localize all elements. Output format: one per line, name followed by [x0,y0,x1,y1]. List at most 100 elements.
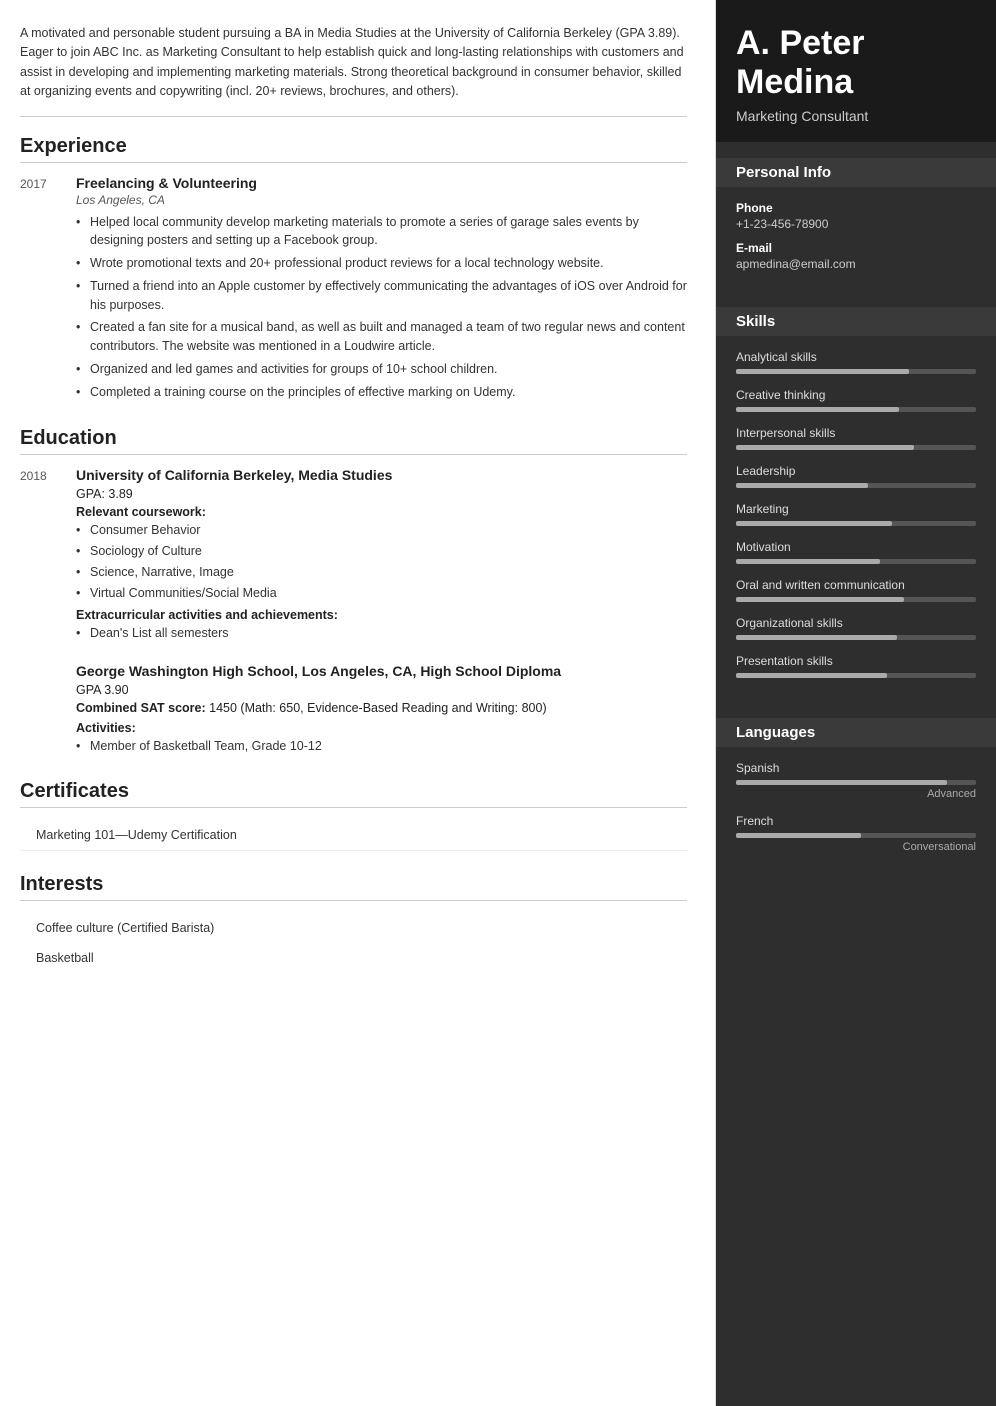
skill-bar-bg [736,407,976,412]
edu-activity-item: Member of Basketball Team, Grade 10-12 [76,737,687,756]
experience-title: Experience [20,135,687,163]
skill-bar-fill [736,521,892,526]
experience-section: Experience 2017 Freelancing & Volunteerin… [20,135,687,406]
languages-title: Languages [716,718,996,747]
exp-bullet: Wrote promotional texts and 20+ professi… [76,254,687,273]
skill-name: Interpersonal skills [736,426,976,440]
edu-school: University of California Berkeley, Media… [76,467,687,483]
edu-coursework-item: Virtual Communities/Social Media [76,584,687,603]
skill-name: Presentation skills [736,654,976,668]
skill-item: Interpersonal skills [736,426,976,450]
skill-item: Oral and written communication [736,578,976,602]
exp-bullet: Created a fan site for a musical band, a… [76,318,687,356]
skill-name: Creative thinking [736,388,976,402]
edu-gpa: GPA 3.90 [76,683,687,697]
resume-container: A motivated and personable student pursu… [0,0,996,1406]
certificates-title: Certificates [20,780,687,808]
lang-level: Conversational [736,841,976,853]
email-value: apmedina@email.com [736,257,976,271]
skill-item: Organizational skills [736,616,976,640]
skill-item: Marketing [736,502,976,526]
lang-bar-fill [736,833,861,838]
lang-name: Spanish [736,761,976,775]
lang-bar-bg [736,780,976,785]
skill-bar-fill [736,559,880,564]
edu-coursework-item: Science, Narrative, Image [76,563,687,582]
skills-section: Skills Analytical skills Creative thinkin… [716,291,996,702]
edu-content: George Washington High School, Los Angel… [76,663,687,758]
exp-bullet: Organized and led games and activities f… [76,360,687,379]
right-header: A. Peter Medina Marketing Consultant [716,0,996,142]
phone-label: Phone [736,201,976,215]
interests-title: Interests [20,873,687,901]
skill-name: Analytical skills [736,350,976,364]
skill-bar-fill [736,445,914,450]
lang-item: French Conversational [736,814,976,853]
lang-item: Spanish Advanced [736,761,976,800]
cert-item: Marketing 101—Udemy Certification [20,820,687,851]
exp-location: Los Angeles, CA [76,193,687,207]
skill-name: Leadership [736,464,976,478]
edu-coursework-item: Sociology of Culture [76,542,687,561]
skill-bar-bg [736,369,976,374]
edu-extra-item: Dean's List all semesters [76,624,687,643]
exp-year: 2017 [20,175,60,406]
edu-entry: George Washington High School, Los Angel… [20,663,687,758]
languages-section: Languages Spanish Advanced French Conversat… [716,702,996,877]
exp-bullet: Helped local community develop marketing… [76,213,687,251]
edu-coursework-list: Consumer Behavior Sociology of Culture Sci… [76,521,687,602]
skill-bar-fill [736,597,904,602]
skill-item: Motivation [736,540,976,564]
skill-item: Creative thinking [736,388,976,412]
phone-value: +1-23-456-78900 [736,217,976,231]
skill-bar-fill [736,635,897,640]
education-title: Education [20,427,687,455]
edu-coursework-label: Relevant coursework: [76,505,687,519]
skills-title: Skills [716,307,996,336]
skill-bar-fill [736,369,909,374]
exp-bullet: Completed a training course on the princ… [76,383,687,402]
email-label: E-mail [736,241,976,255]
edu-year: 2018 [20,467,60,645]
education-entries: 2018 University of California Berkeley, M… [20,467,687,758]
cert-entries: Marketing 101—Udemy Certification [20,820,687,851]
edu-entry: 2018 University of California Berkeley, M… [20,467,687,645]
lang-bar-fill [736,780,947,785]
interest-item: Coffee culture (Certified Barista) [20,913,687,943]
personal-info-section: Personal Info Phone +1-23-456-78900 E-ma… [716,142,996,291]
skill-bar-bg [736,483,976,488]
exp-content: Freelancing & VolunteeringLos Angeles, C… [76,175,687,406]
education-section: Education 2018 University of California B… [20,427,687,758]
interest-item: Basketball [20,943,687,973]
exp-bullets: Helped local community develop marketing… [76,213,687,402]
skill-item: Presentation skills [736,654,976,678]
skill-bar-fill [736,483,868,488]
edu-school: George Washington High School, Los Angel… [76,663,687,679]
personal-info-title: Personal Info [716,158,996,187]
interests-section: Interests Coffee culture (Certified Bari… [20,873,687,973]
skill-bars: Analytical skills Creative thinking Interp… [736,350,976,678]
skill-bar-bg [736,559,976,564]
candidate-name: A. Peter Medina [736,24,976,102]
language-bars: Spanish Advanced French Conversational [736,761,976,853]
summary-text: A motivated and personable student pursu… [20,24,687,117]
exp-entry: 2017 Freelancing & VolunteeringLos Angele… [20,175,687,406]
edu-year [20,663,60,758]
skill-bar-bg [736,635,976,640]
lang-name: French [736,814,976,828]
edu-extra-list: Dean's List all semesters [76,624,687,643]
right-column: A. Peter Medina Marketing Consultant Per… [716,0,996,1406]
edu-activities-list: Member of Basketball Team, Grade 10-12 [76,737,687,756]
edu-sat: Combined SAT score: 1450 (Math: 650, Evi… [76,701,687,715]
skill-bar-bg [736,521,976,526]
skill-name: Marketing [736,502,976,516]
edu-activities-label: Activities: [76,721,687,735]
edu-gpa: GPA: 3.89 [76,487,687,501]
edu-coursework-item: Consumer Behavior [76,521,687,540]
interest-entries: Coffee culture (Certified Barista)Basket… [20,913,687,973]
skill-item: Leadership [736,464,976,488]
lang-level: Advanced [736,788,976,800]
skill-bar-bg [736,673,976,678]
left-column: A motivated and personable student pursu… [0,0,716,1406]
skill-name: Oral and written communication [736,578,976,592]
